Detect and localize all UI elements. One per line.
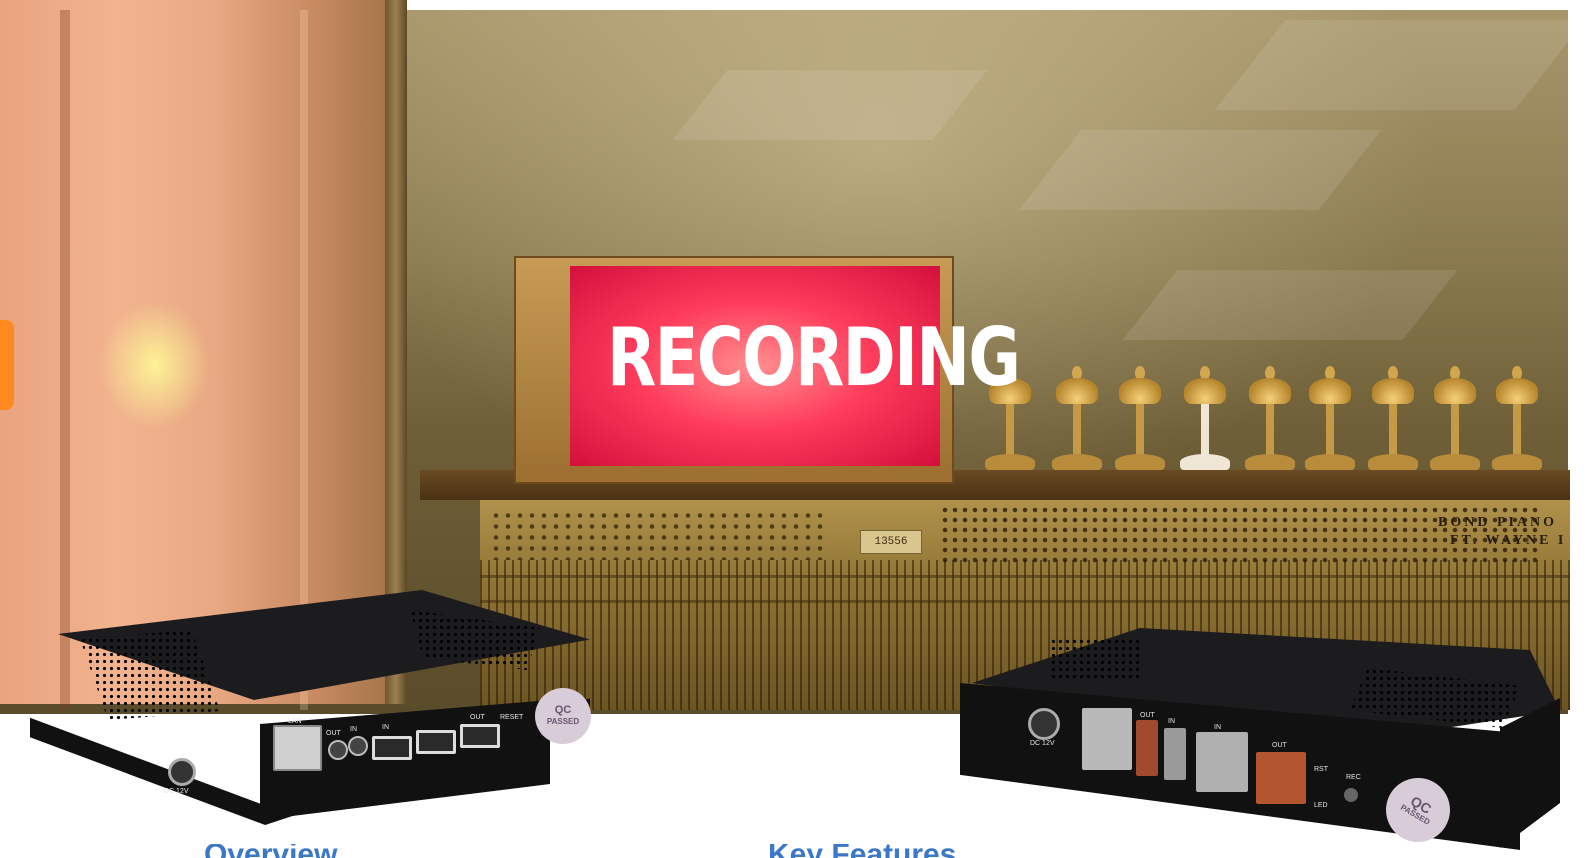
hdmi-out-label: OUT [470, 714, 485, 721]
vent-grille [1050, 638, 1140, 678]
door-glow [100, 300, 210, 430]
lamp [1245, 364, 1295, 472]
hdmi-out-port [460, 724, 500, 748]
lan-label: LAN [288, 718, 302, 725]
features-heading-wrap: Key Features [768, 844, 1028, 858]
qc-badge-line2: PASSED [546, 717, 580, 726]
light-streak [1018, 130, 1382, 210]
hdmi-in-port [372, 736, 412, 760]
encoder-device-right: DC 12V OUT IN IN OUT RST LED REC QC PASS… [960, 628, 1560, 854]
lamp [1180, 364, 1230, 472]
lamp [1368, 364, 1418, 472]
recording-sign-text: RECORDING [607, 311, 1021, 404]
audio-in-jack [1164, 728, 1186, 780]
lamp [1492, 364, 1542, 472]
overview-heading-wrap: Overview [204, 844, 404, 858]
lamp [1115, 364, 1165, 472]
dc-power-jack [168, 758, 196, 786]
hdmi-out-port [1256, 752, 1306, 804]
rec-button [1344, 788, 1358, 802]
audio-in-jack [348, 736, 368, 756]
dc-power-jack [1028, 708, 1060, 740]
dc-label: DC 12V [1030, 740, 1055, 747]
audio-in-label: IN [350, 726, 357, 733]
ethernet-port [273, 725, 322, 771]
piano-rail [480, 575, 1570, 578]
dc-label: DC 12V [164, 788, 189, 795]
hdmi-in-label: IN [1214, 724, 1221, 731]
light-streak [672, 70, 988, 140]
piano-brand-line1: BOND PIANO [1438, 515, 1558, 530]
encoder-device-left: LAN OUT IN IN OUT RESET DC 12V QC PASSED [30, 590, 591, 825]
hdmi-in-label: IN [382, 724, 389, 731]
hdmi-out-label: OUT [1272, 742, 1287, 749]
hdmi-loop-port [416, 730, 456, 754]
audio-out-jack [328, 740, 348, 760]
lamp [1052, 364, 1102, 472]
overview-heading: Overview [204, 844, 337, 858]
audio-out-label: OUT [1140, 712, 1155, 719]
light-streak [1122, 270, 1458, 340]
audio-out-jack [1136, 720, 1158, 776]
piano-pins-left [490, 510, 830, 560]
piano-brand-line2: FT. WAYNE I [1450, 533, 1567, 548]
reset-label: RESET [500, 714, 524, 721]
qc-badge-line1: QC [554, 704, 572, 716]
lamp [1430, 364, 1480, 472]
hdmi-in-port [1196, 732, 1248, 792]
piano-serial-plate: 13556 [860, 530, 922, 554]
features-heading: Key Features [768, 844, 956, 858]
audio-out-label: OUT [326, 730, 341, 737]
rst-label: RST [1314, 766, 1328, 773]
device-side [1500, 698, 1560, 848]
lamp [1305, 364, 1355, 472]
led-label: LED [1314, 802, 1328, 809]
rec-label: REC [1346, 774, 1361, 781]
piano-brand: BOND PIANO FT. WAYNE I [1438, 514, 1566, 550]
audio-in-label: IN [1168, 718, 1175, 725]
light-streak [1214, 20, 1568, 110]
piano-rail [480, 600, 1570, 603]
ethernet-port [1082, 708, 1132, 770]
door-light [0, 320, 14, 410]
qc-passed-badge: QC PASSED [535, 688, 591, 744]
